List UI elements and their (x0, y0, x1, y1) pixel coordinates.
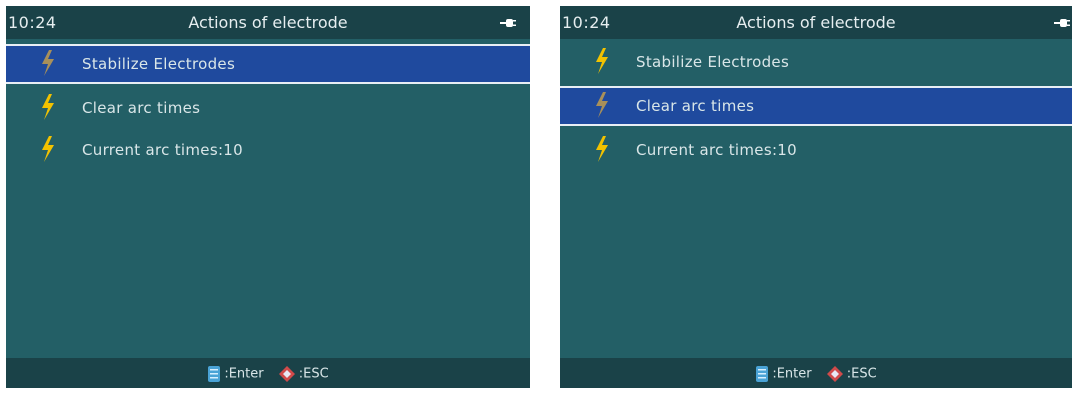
menu-item-label: Stabilize Electrodes (82, 55, 236, 73)
menu-item-clear-arc-times[interactable]: Clear arc times (6, 90, 530, 126)
menu-item-current-arc-times[interactable]: Current arc times:10 (6, 132, 530, 168)
lightning-bolt-icon (596, 136, 608, 162)
plug-icon (500, 19, 516, 27)
lightning-bolt-icon (42, 50, 54, 76)
title-bar: 10:24 Actions of electrode (6, 6, 530, 39)
footer-hint-bar: :Enter :ESC (6, 358, 530, 388)
lightning-bolt-icon (42, 136, 54, 162)
device-screen-right: 10:24 Actions of electrode Stabilize Ele… (560, 6, 1072, 388)
menu-item-stabilize-electrodes[interactable]: Stabilize Electrodes (560, 44, 1072, 80)
menu-item-current-arc-times[interactable]: Current arc times:10 (560, 132, 1072, 168)
menu-item-label: Current arc times:10 (82, 141, 243, 159)
screen-title: Actions of electrode (188, 13, 348, 32)
menu-item-clear-arc-times[interactable]: Clear arc times (560, 86, 1072, 126)
plug-icon (1054, 19, 1070, 27)
enter-hint: :Enter (224, 366, 264, 382)
lightning-bolt-icon (596, 92, 608, 118)
esc-key-icon (826, 366, 843, 382)
enter-key-icon (756, 366, 769, 382)
footer-hint-bar: :Enter :ESC (560, 358, 1072, 388)
menu-list: Stabilize Electrodes Clear arc times Cur… (560, 44, 1072, 174)
esc-key-icon (278, 366, 295, 382)
menu-list: Stabilize Electrodes Clear arc times Cur… (6, 44, 530, 174)
menu-item-label: Current arc times:10 (636, 141, 797, 159)
lightning-bolt-icon (596, 48, 608, 74)
menu-item-label: Clear arc times (636, 97, 755, 115)
screen-title: Actions of electrode (736, 13, 896, 32)
lightning-bolt-icon (42, 94, 54, 120)
enter-key-icon (208, 366, 221, 382)
device-screen-left: 10:24 Actions of electrode Stabilize Ele… (6, 6, 530, 388)
title-bar: 10:24 Actions of electrode (560, 6, 1072, 39)
menu-item-label: Stabilize Electrodes (636, 53, 790, 71)
menu-item-label: Clear arc times (82, 99, 201, 117)
menu-item-stabilize-electrodes[interactable]: Stabilize Electrodes (6, 44, 530, 84)
enter-hint: :Enter (772, 366, 812, 382)
esc-hint: :ESC (846, 366, 877, 382)
esc-hint: :ESC (298, 366, 329, 382)
